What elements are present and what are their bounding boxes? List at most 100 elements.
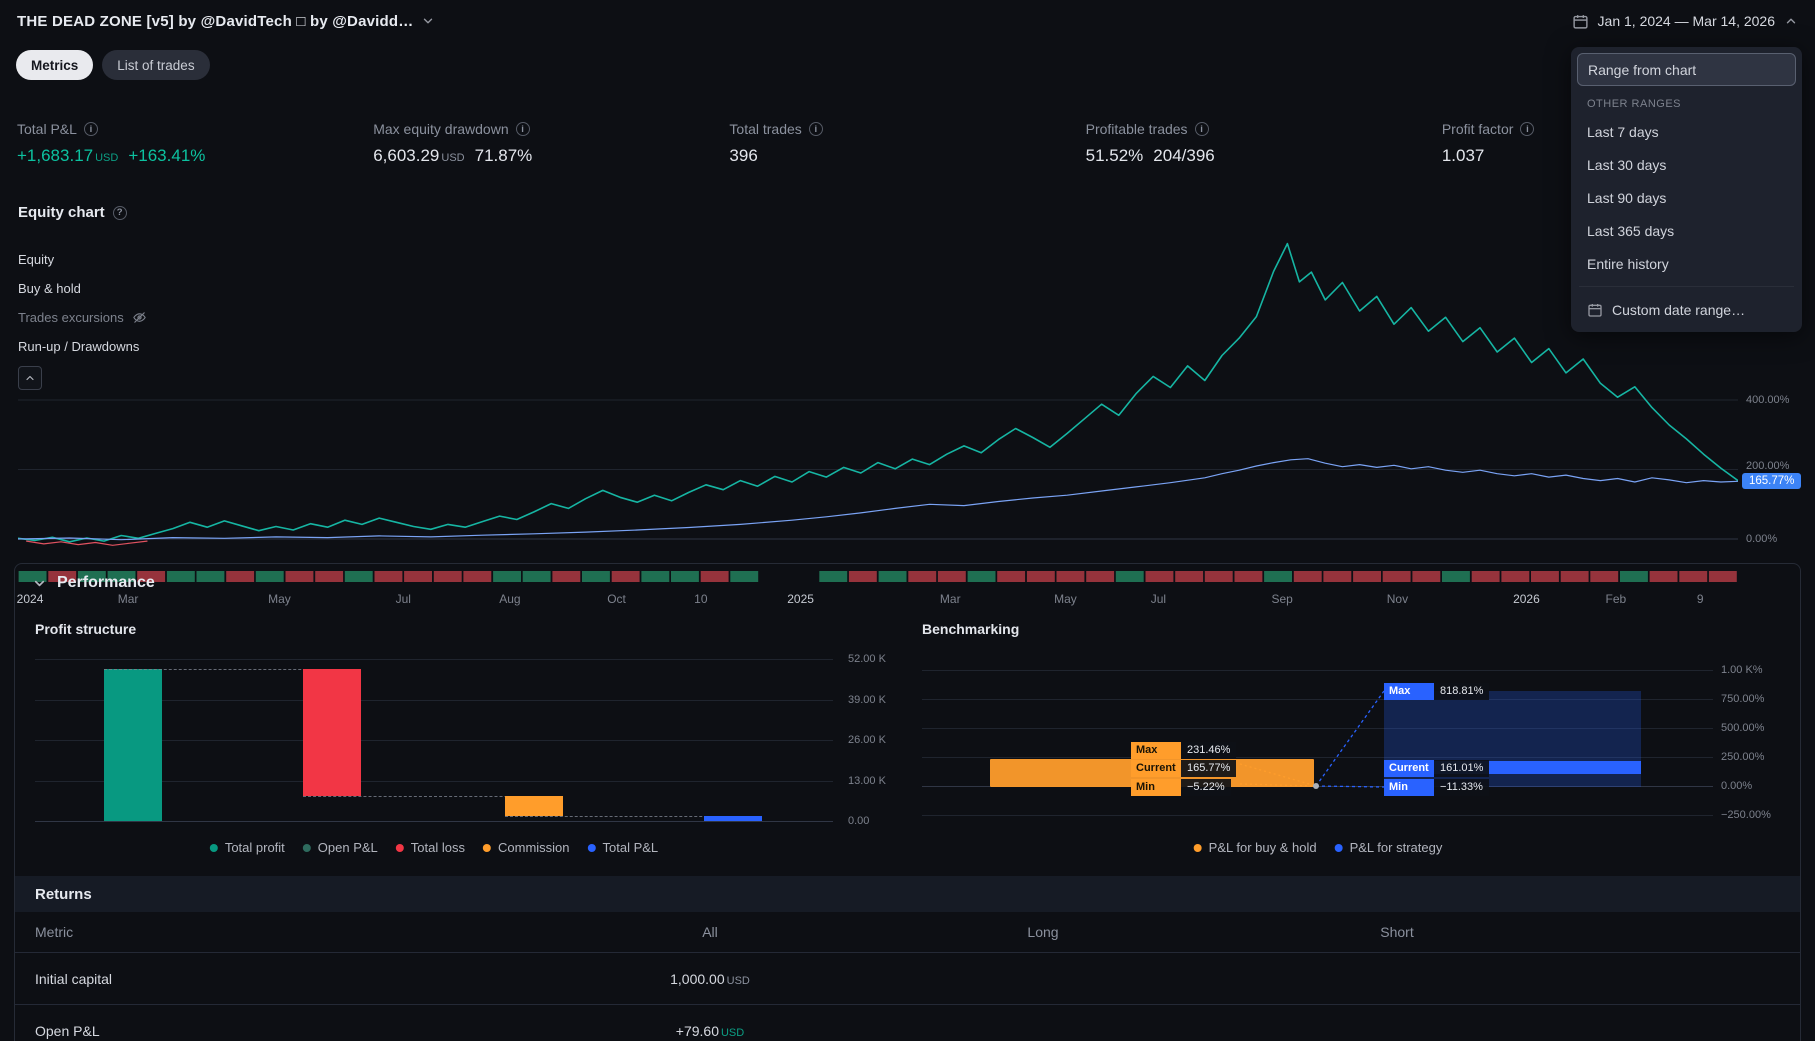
benchmarking-y-label: 500.00%: [1721, 722, 1765, 734]
calendar-icon: [1572, 13, 1589, 30]
menu-item-last-7-days[interactable]: Last 7 days: [1577, 115, 1796, 148]
profit-structure-y-label: 26.00 K: [848, 734, 886, 746]
collapse-chart-button[interactable]: [18, 366, 42, 390]
stat-label: Total trades: [729, 121, 802, 137]
stat-value: +1,683.17 USD: [17, 146, 119, 165]
menu-item-last-365-days[interactable]: Last 365 days: [1577, 214, 1796, 247]
profit-structure-y-label: 13.00 K: [848, 774, 886, 787]
benchmarking-title: Benchmarking: [922, 621, 1020, 637]
profit-structure-y-label: 52.00 K: [848, 653, 886, 665]
benchmarking-y-label: 250.00%: [1721, 751, 1765, 763]
menu-item-range-from-chart[interactable]: Range from chart: [1577, 53, 1796, 86]
info-icon[interactable]: i: [515, 122, 530, 136]
legend-dot: [209, 843, 218, 852]
strategy-title-dropdown[interactable]: THE DEAD ZONE [v5] by @DavidTech □ by @D…: [17, 13, 435, 30]
menu-item-custom-date-range[interactable]: Custom date range…: [1577, 293, 1796, 326]
info-icon[interactable]: i: [83, 122, 98, 136]
tab-metrics[interactable]: Metrics: [16, 50, 94, 80]
table-row-open-pnl: Open P&L +79.60 USD: [15, 1005, 1800, 1041]
legend-dot: [1334, 843, 1343, 852]
menu-item-last-30-days[interactable]: Last 30 days: [1577, 148, 1796, 181]
legend-open-pnl[interactable]: Open P&L: [302, 840, 378, 855]
performance-section-header[interactable]: Performance: [32, 571, 155, 595]
menu-item-last-90-days[interactable]: Last 90 days: [1577, 181, 1796, 214]
chip-label: Current: [1131, 760, 1181, 777]
stat-secondary: 71.87%: [474, 146, 533, 165]
info-icon[interactable]: i: [1520, 122, 1535, 136]
menu-item-label: Custom date range…: [1612, 301, 1746, 318]
tab-list-of-trades[interactable]: List of trades: [102, 50, 210, 80]
legend-item-trades-excursions[interactable]: Trades excursions: [18, 308, 147, 326]
currency-label: USD: [95, 152, 119, 164]
legend-item-equity[interactable]: Equity: [18, 250, 147, 268]
legend-dot: [395, 843, 404, 852]
menu-divider: [1579, 286, 1794, 287]
row-metric: Open P&L: [35, 1023, 100, 1039]
stat-label: Profit factor: [1441, 121, 1514, 137]
date-range-menu: Range from chart OTHER RANGES Last 7 day…: [1571, 47, 1802, 332]
stat-value: 1.037: [1441, 146, 1485, 165]
column-header-short: Short: [1380, 924, 1414, 940]
legend-total-pnl[interactable]: Total P&L: [587, 840, 658, 855]
view-tabs: Metrics List of trades: [16, 50, 210, 80]
legend-commission[interactable]: Commission: [483, 840, 570, 855]
menu-item-entire-history[interactable]: Entire history: [1577, 247, 1796, 280]
equity-chart-legend: Equity Buy & hold Trades excursions Run-…: [18, 250, 147, 355]
chip-value: 231.46%: [1181, 742, 1237, 759]
profit-structure-y-label: 0.00: [848, 815, 870, 827]
stat-value: 396: [729, 146, 758, 165]
benchmark-connector-lines: [1239, 690, 1385, 789]
calendar-icon: [1587, 302, 1603, 318]
chip-value: 818.81%: [1434, 683, 1490, 700]
chip-label: Max: [1131, 742, 1181, 759]
currency-label: USD: [441, 152, 465, 164]
info-icon[interactable]: i: [808, 122, 823, 136]
date-range-selector[interactable]: Jan 1, 2024 — Mar 14, 2026: [1572, 13, 1798, 30]
legend-dot: [302, 843, 311, 852]
legend-pnl-strategy[interactable]: P&L for strategy: [1334, 840, 1442, 855]
stat-label: Max equity drawdown: [373, 121, 509, 137]
legend-pnl-buy-hold[interactable]: P&L for buy & hold: [1193, 840, 1317, 855]
stat-secondary: +163.41%: [128, 146, 206, 165]
performance-title: Performance: [57, 574, 155, 591]
strategy-min-chip: Min −11.33%: [1384, 779, 1489, 796]
buyhold-min-chip: Min −5.22%: [1131, 779, 1231, 796]
equity-y-axis-label: 200.00%: [1746, 460, 1790, 472]
column-header-all: All: [702, 924, 718, 940]
summary-stats-row: Total P&L i +1,683.17 USD +163.41% Max equi…: [0, 121, 1815, 166]
waterfall-bar-total-loss: [303, 669, 361, 796]
legend-item-buy-hold[interactable]: Buy & hold: [18, 279, 147, 297]
buyhold-max-chip: Max 231.46%: [1131, 742, 1237, 759]
chevron-down-icon: [32, 576, 47, 591]
eye-off-icon[interactable]: [132, 310, 147, 325]
equity-chart-canvas[interactable]: [18, 185, 1738, 585]
equity-y-axis-label: 0.00%: [1746, 533, 1778, 545]
profit-structure-title: Profit structure: [35, 621, 137, 637]
legend-total-loss[interactable]: Total loss: [395, 840, 465, 855]
stat-label: Profitable trades: [1085, 121, 1188, 137]
chip-value: 165.77%: [1181, 760, 1237, 777]
info-icon[interactable]: i: [1194, 122, 1209, 136]
chip-value: −11.33%: [1434, 779, 1489, 796]
returns-section-header: Returns: [15, 876, 1800, 912]
profit-structure-y-label: 39.00 K: [848, 693, 886, 706]
chip-label: Max: [1384, 683, 1434, 700]
currency-label: USD: [726, 974, 750, 987]
legend-total-profit[interactable]: Total profit: [209, 840, 285, 855]
date-range-text: Jan 1, 2024 — Mar 14, 2026: [1597, 13, 1775, 29]
benchmarking-y-label: −250.00%: [1721, 809, 1771, 821]
buyhold-current-chip: Current 165.77%: [1131, 760, 1237, 777]
max-drawdown-stat: Max equity drawdown i 6,603.29 USD 71.87%: [373, 121, 729, 166]
strategy-max-chip: Max 818.81%: [1384, 683, 1490, 700]
legend-dot: [587, 843, 596, 852]
waterfall-bar-commission: [505, 795, 563, 816]
chip-value: 161.01%: [1434, 760, 1490, 777]
returns-table-header: Metric All Long Short: [15, 912, 1800, 953]
row-value-all: 1,000.00 USD: [670, 970, 750, 987]
legend-item-runup-drawdowns[interactable]: Run-up / Drawdowns: [18, 337, 147, 355]
profit-structure-legend: Total profit Open P&L Total loss Commiss…: [209, 840, 658, 855]
waterfall-bar-total-p-l: [704, 815, 762, 821]
column-header-long: Long: [1027, 924, 1059, 940]
chip-label: Min: [1131, 779, 1181, 796]
strategy-tester-panel: THE DEAD ZONE [v5] by @DavidTech □ by @D…: [0, 0, 1815, 1041]
